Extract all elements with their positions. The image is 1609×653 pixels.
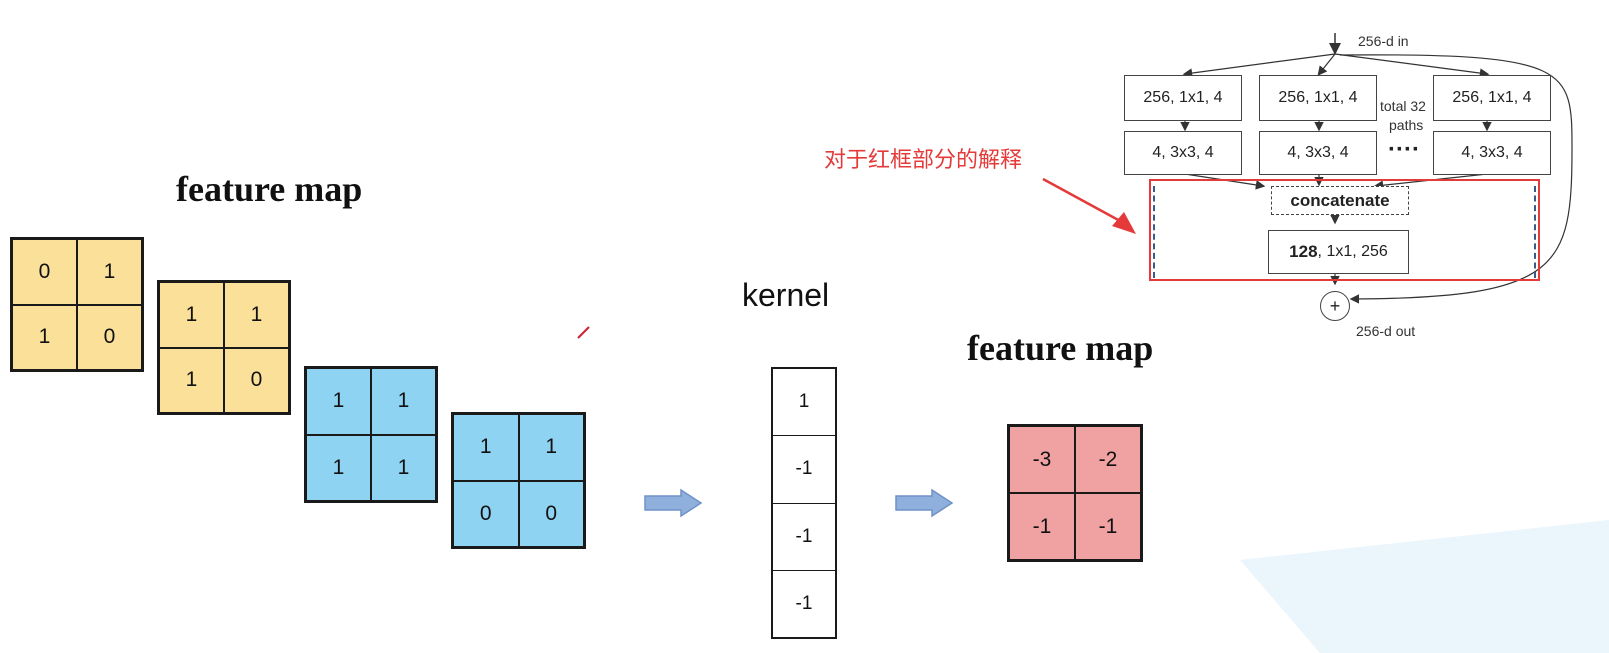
kernel-cell: -1 <box>773 504 835 571</box>
input-map-1: 0 1 1 0 <box>10 237 144 372</box>
output-map: -3 -2 -1 -1 <box>1007 424 1143 562</box>
total-paths-label: total 32 <box>1380 98 1426 114</box>
input-feature-map-title: feature map <box>176 169 363 209</box>
conv-box-1x1: 256, 1x1, 4 <box>1124 75 1242 121</box>
arrow-right-icon <box>644 488 703 518</box>
kernel-cell: -1 <box>773 436 835 504</box>
red-box-annotation: 对于红框部分的解释 <box>824 147 1023 172</box>
input-map-3: 1 1 1 1 <box>304 366 438 503</box>
concatenate-label: concatenate <box>1290 190 1390 210</box>
map-cell: 1 <box>518 414 584 481</box>
input-map-2: 1 1 1 0 <box>157 280 291 415</box>
conv-box-1x1: 256, 1x1, 4 <box>1433 75 1551 121</box>
map-cell: 0 <box>224 347 289 413</box>
plus-icon: + <box>1329 296 1341 316</box>
map-cell: 1 <box>224 282 289 348</box>
map-cell: -2 <box>1075 426 1141 493</box>
map-cell: 0 <box>453 480 519 547</box>
conv-box-3x3: 4, 3x3, 4 <box>1259 131 1377 175</box>
ellipsis-dots: ···· <box>1388 136 1420 163</box>
kernel-title: kernel <box>742 277 830 313</box>
kernel-vector: 1 -1 -1 -1 <box>771 367 837 639</box>
conv-box-1x1: 256, 1x1, 4 <box>1259 75 1377 121</box>
map-cell: 1 <box>77 239 142 305</box>
conv-box-3x3: 4, 3x3, 4 <box>1124 131 1242 175</box>
input-map-4: 1 1 0 0 <box>451 412 586 549</box>
map-cell: 1 <box>306 434 371 501</box>
total-paths-label: paths <box>1389 117 1424 133</box>
map-cell: 1 <box>453 414 519 481</box>
block-output-label: 256-d out <box>1356 323 1416 339</box>
concatenate-box: concatenate <box>1271 186 1409 215</box>
plus-node: + <box>1320 291 1350 321</box>
map-cell: 1 <box>12 304 77 370</box>
pen-cursor-icon <box>577 326 590 339</box>
map-cell: 0 <box>518 480 584 547</box>
final-conv-box: 128, 1x1, 256 <box>1268 230 1409 274</box>
map-cell: 1 <box>371 368 436 435</box>
map-cell: -1 <box>1075 493 1141 560</box>
background-watermark <box>1240 520 1609 653</box>
map-cell: -3 <box>1009 426 1075 493</box>
map-cell: 0 <box>77 304 142 370</box>
map-cell: 1 <box>159 347 224 413</box>
conv-box-3x3: 4, 3x3, 4 <box>1433 131 1551 175</box>
map-cell: 1 <box>306 368 371 435</box>
arrow-right-icon <box>895 488 954 518</box>
map-cell: 0 <box>12 239 77 305</box>
kernel-cell: -1 <box>795 592 813 614</box>
kernel-cell: 1 <box>773 369 835 437</box>
block-input-label: 256-d in <box>1358 33 1409 49</box>
final-conv-channels: 128 <box>1289 242 1318 261</box>
final-conv-spec: , 1x1, 256 <box>1317 243 1388 260</box>
map-cell: -1 <box>1009 493 1075 560</box>
map-cell: 1 <box>371 434 436 501</box>
map-cell: 1 <box>159 282 224 348</box>
